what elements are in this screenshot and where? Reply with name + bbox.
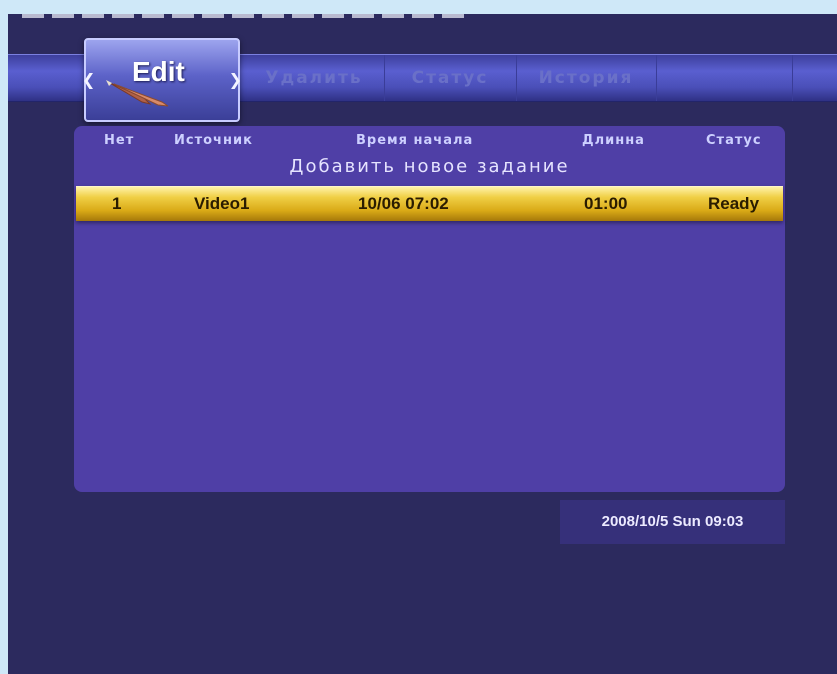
- screen: Удалить Статус История ❮ Edit ❯ Нет Исто…: [8, 14, 837, 674]
- top-decoration: [22, 14, 472, 18]
- tab-edit[interactable]: ❮ Edit ❯: [82, 38, 242, 122]
- cell-number: 1: [112, 194, 122, 213]
- cell-source: Video1: [194, 194, 250, 213]
- column-header-start-time: Время начала: [356, 133, 474, 148]
- tab-delete[interactable]: Удалить: [244, 55, 385, 101]
- schedule-table: Нет Источник Время начала Длинна Статус …: [74, 126, 785, 492]
- chevron-right-icon[interactable]: ❯: [229, 70, 242, 89]
- column-header-number: Нет: [104, 133, 135, 148]
- table-row[interactable]: 1 Video1 10/06 07:02 01:00 Ready: [76, 186, 783, 221]
- column-header-source: Источник: [174, 133, 253, 148]
- cell-length: 01:00: [584, 194, 628, 213]
- cell-start-time: 10/06 07:02: [358, 194, 449, 213]
- chevron-left-icon[interactable]: ❮: [82, 70, 95, 89]
- tab-edit-label: Edit: [132, 56, 185, 87]
- tab-history[interactable]: История: [516, 55, 657, 101]
- tab-status[interactable]: Статус: [384, 55, 517, 101]
- date-time-display: 2008/10/5 Sun 09:03: [560, 500, 785, 544]
- column-header-length: Длинна: [582, 133, 645, 148]
- add-new-task-item[interactable]: Добавить новое задание: [74, 156, 785, 182]
- tab-blank: [656, 55, 793, 101]
- table-header: Нет Источник Время начала Длинна Статус: [74, 126, 785, 156]
- column-header-status: Статус: [706, 133, 762, 148]
- cell-status: Ready: [708, 194, 760, 213]
